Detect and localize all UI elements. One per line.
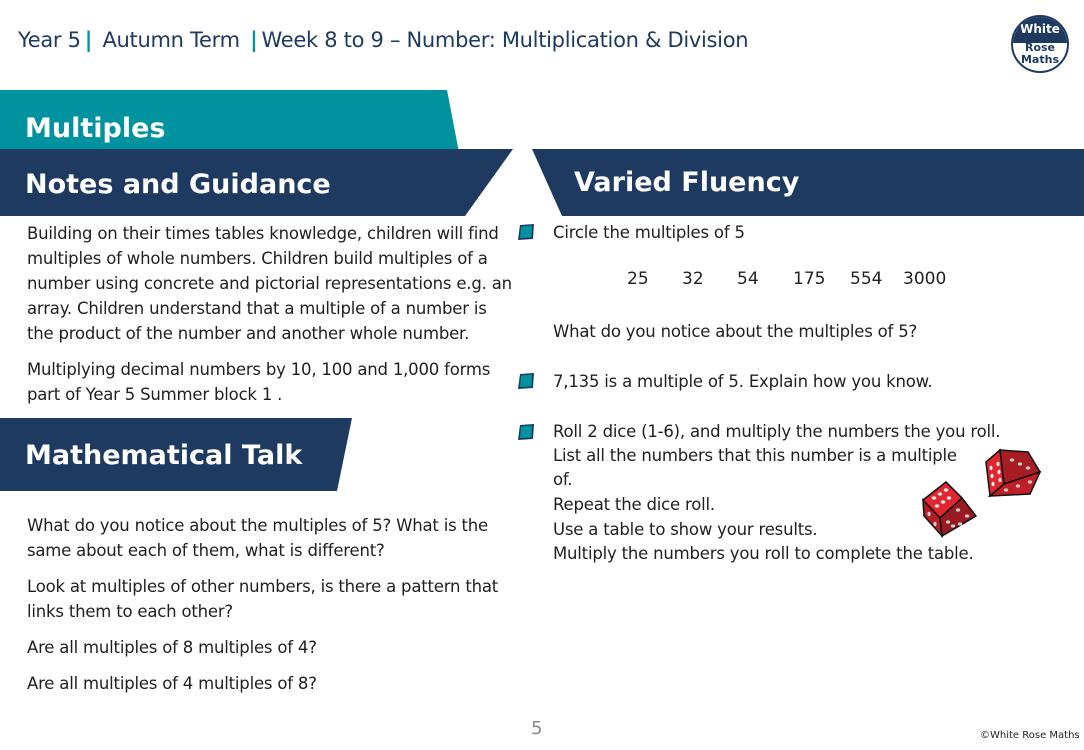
talk-questions: What do you notice about the multiples o…	[27, 513, 517, 707]
copyright-notice: ©White Rose Maths	[980, 730, 1080, 741]
number-item: 175	[793, 269, 826, 289]
logo-word-maths: Maths	[1020, 53, 1059, 66]
header-separator: |	[84, 28, 93, 52]
talk-question: What do you notice about the multiples o…	[27, 516, 488, 560]
white-rose-maths-logo: White Rose Maths	[1011, 15, 1069, 73]
talk-question: Look at multiples of other numbers, is t…	[27, 577, 499, 621]
fluency-q3-line: Multiply the numbers you roll to complet…	[553, 544, 974, 563]
fluency-q3-line: Repeat the dice roll.	[553, 495, 715, 514]
fluency-q3-line: Roll 2 dice (1-6), and multiply the numb…	[553, 422, 1001, 441]
logo-word-rose: Rose	[1024, 41, 1056, 54]
square-bullet-icon	[518, 424, 534, 440]
number-item: 3000	[903, 269, 947, 289]
fluency-heading: Varied Fluency	[574, 167, 800, 198]
number-item: 25	[627, 269, 649, 289]
logo-word-white: White	[1020, 22, 1060, 36]
fluency-q3-line: of.	[553, 470, 573, 489]
fluency-q3-line: List all the numbers that this number is…	[553, 446, 957, 465]
notes-paragraph: Multiplying decimal numbers by 10, 100 a…	[27, 360, 491, 404]
talk-question: Are all multiples of 8 multiples of 4?	[27, 638, 317, 657]
dice-icon	[985, 448, 1042, 498]
number-item: 32	[682, 269, 704, 289]
square-bullet-icon	[518, 373, 534, 389]
talk-question: Are all multiples of 4 multiples of 8?	[27, 674, 317, 693]
square-bullet-icon	[518, 224, 534, 240]
fluency-q1-prompt: Circle the multiples of 5	[553, 223, 745, 242]
fluency-q2-prompt: 7,135 is a multiple of 5. Explain how yo…	[553, 372, 933, 391]
header-term: Autumn Term	[102, 28, 240, 52]
number-list: 25 32 54 175 554 3000	[627, 269, 946, 289]
topic-title: Multiples	[25, 113, 166, 144]
header-year: Year 5	[18, 28, 81, 52]
fluency-q1-followup: What do you notice about the multiples o…	[553, 322, 918, 341]
fluency-q3-line: Use a table to show your results.	[553, 520, 818, 539]
fluency-banner: Varied Fluency	[532, 149, 1084, 216]
notes-heading: Notes and Guidance	[25, 169, 331, 200]
number-item: 54	[737, 269, 759, 289]
talk-heading: Mathematical Talk	[25, 440, 303, 471]
header-separator: |	[250, 28, 258, 52]
notes-banner: Notes and Guidance	[0, 149, 513, 216]
page-number: 5	[531, 718, 543, 739]
number-item: 554	[850, 269, 883, 289]
page-header: Year 5 | Autumn Term | Week 8 to 9 – Numbe…	[18, 28, 749, 52]
talk-banner: Mathematical Talk	[0, 418, 352, 491]
notes-paragraph: Building on their times tables knowledge…	[27, 224, 512, 343]
header-week: Week 8 to 9 – Number: Multiplication & D…	[261, 28, 749, 52]
dice-icon	[921, 481, 978, 538]
